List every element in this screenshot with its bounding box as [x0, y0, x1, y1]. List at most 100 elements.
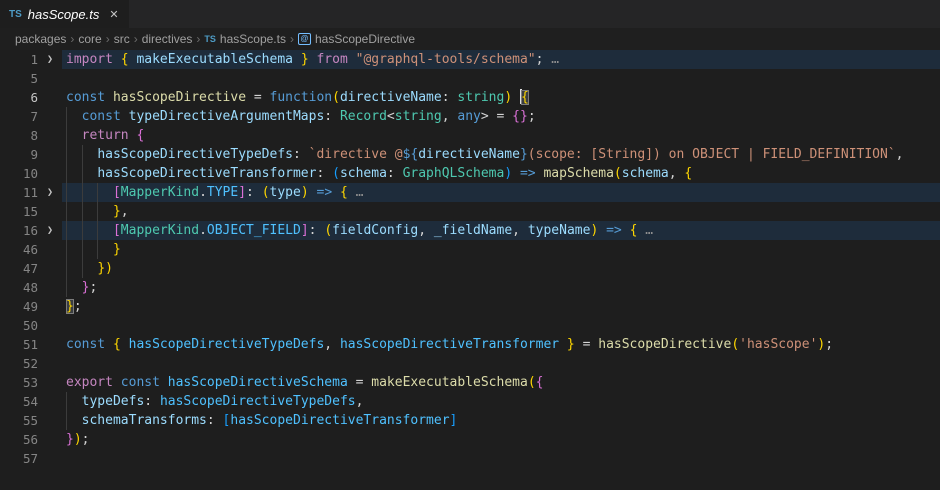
code-line[interactable]: 5❯	[0, 69, 940, 88]
code-token: …	[551, 52, 559, 67]
code-token: hasScopeDirectiveTransformer	[230, 413, 449, 428]
close-icon[interactable]: ✕	[109, 8, 118, 21]
fold-chevron-icon[interactable]: ❯	[38, 183, 62, 202]
line-number[interactable]: 48	[0, 278, 38, 297]
code-line[interactable]: 50❯	[0, 316, 940, 335]
line-number[interactable]: 49	[0, 297, 38, 316]
indent-guide	[82, 183, 83, 202]
code-line[interactable]: 56❯});	[0, 430, 940, 449]
indent-guide	[97, 221, 98, 240]
line-number[interactable]: 53	[0, 373, 38, 392]
code-line[interactable]: 54❯ typeDefs: hasScopeDirectiveTypeDefs,	[0, 392, 940, 411]
breadcrumb-item-directives[interactable]: directives	[142, 32, 193, 46]
code-line[interactable]: 15❯ },	[0, 202, 940, 221]
code-token	[66, 413, 82, 428]
breadcrumb-item-symbol[interactable]: @ hasScopeDirective	[298, 32, 415, 46]
line-number[interactable]: 1	[0, 50, 38, 69]
code-token: =	[575, 337, 598, 352]
chevron-right-icon: ›	[286, 32, 298, 46]
code-line[interactable]: 47❯ })	[0, 259, 940, 278]
chevron-right-icon: ›	[102, 32, 114, 46]
code-token: schema	[622, 166, 669, 181]
code-token: :	[144, 394, 160, 409]
code-line[interactable]: 10❯ hasScopeDirectiveTransformer: (schem…	[0, 164, 940, 183]
code-line[interactable]: 16❯ [MapperKind.OBJECT_FIELD]: (fieldCon…	[0, 221, 940, 240]
code-token: ${	[403, 147, 419, 162]
code-token: …	[645, 223, 653, 238]
gutter: 11❯	[0, 183, 62, 202]
breadcrumb-item-src[interactable]: src	[114, 32, 130, 46]
code-token: [	[113, 223, 121, 238]
line-number[interactable]: 56	[0, 430, 38, 449]
code-text: const hasScopeDirective = function(direc…	[62, 88, 940, 107]
code-line[interactable]: 55❯ schemaTransforms: [hasScopeDirective…	[0, 411, 940, 430]
code-token: ,	[324, 337, 340, 352]
line-number[interactable]: 46	[0, 240, 38, 259]
code-token: =>	[309, 185, 340, 200]
gutter: 54❯	[0, 392, 62, 411]
code-token: "@graphql-tools/schema"	[356, 52, 536, 67]
gutter: 47❯	[0, 259, 62, 278]
gutter: 46❯	[0, 240, 62, 259]
breadcrumb-item-file[interactable]: TS hasScope.ts	[204, 32, 286, 46]
code-token: ,	[356, 394, 364, 409]
code-line[interactable]: 46❯ }	[0, 240, 940, 259]
code-line[interactable]: 7❯ const typeDirectiveArgumentMaps: Reco…	[0, 107, 940, 126]
code-token: any	[457, 109, 480, 124]
code-line[interactable]: 1❯import { makeExecutableSchema } from "…	[0, 50, 940, 69]
tab-hasscope-ts[interactable]: TS hasScope.ts ✕	[0, 0, 129, 28]
code-token: (	[262, 185, 270, 200]
line-number[interactable]: 16	[0, 221, 38, 240]
gutter: 51❯	[0, 335, 62, 354]
indent-guide	[66, 107, 67, 126]
breadcrumb-item-core[interactable]: core	[78, 32, 101, 46]
line-number[interactable]: 5	[0, 69, 38, 88]
code-line[interactable]: 8❯ return {	[0, 126, 940, 145]
code-text: hasScopeDirectiveTypeDefs: `directive @$…	[62, 145, 940, 164]
code-text: hasScopeDirectiveTransformer: (schema: G…	[62, 164, 940, 183]
code-line[interactable]: 11❯ [MapperKind.TYPE]: (type) => { …	[0, 183, 940, 202]
line-number[interactable]: 9	[0, 145, 38, 164]
gutter: 53❯	[0, 373, 62, 392]
line-number[interactable]: 50	[0, 316, 38, 335]
code-token: string	[457, 90, 504, 105]
indent-guide	[82, 221, 83, 240]
line-number[interactable]: 8	[0, 126, 38, 145]
code-line[interactable]: 48❯ };	[0, 278, 940, 297]
code-token: :	[442, 90, 458, 105]
chevron-right-icon: ›	[66, 32, 78, 46]
gutter: 8❯	[0, 126, 62, 145]
line-number[interactable]: 54	[0, 392, 38, 411]
code-line[interactable]: 6❯const hasScopeDirective = function(dir…	[0, 88, 940, 107]
code-line[interactable]: 9❯ hasScopeDirectiveTypeDefs: `directive…	[0, 145, 940, 164]
code-token: .	[199, 185, 207, 200]
code-token: hasScopeDirective	[598, 337, 731, 352]
code-line[interactable]: 51❯const { hasScopeDirectiveTypeDefs, ha…	[0, 335, 940, 354]
code-line[interactable]: 53❯export const hasScopeDirectiveSchema …	[0, 373, 940, 392]
line-number[interactable]: 57	[0, 449, 38, 468]
code-token: :	[324, 109, 340, 124]
code-token: typeName	[528, 223, 591, 238]
code-line[interactable]: 49❯};	[0, 297, 940, 316]
line-number[interactable]: 15	[0, 202, 38, 221]
line-number[interactable]: 10	[0, 164, 38, 183]
line-number[interactable]: 6	[0, 88, 38, 107]
code-token: }	[293, 52, 316, 67]
code-token: const	[66, 337, 113, 352]
code-token	[512, 90, 520, 105]
breadcrumb-item-packages[interactable]: packages	[15, 32, 66, 46]
line-number[interactable]: 52	[0, 354, 38, 373]
fold-chevron-icon[interactable]: ❯	[38, 50, 62, 69]
code-editor[interactable]: 1❯import { makeExecutableSchema } from "…	[0, 50, 940, 490]
indent-guide	[97, 240, 98, 259]
line-number[interactable]: 47	[0, 259, 38, 278]
line-number[interactable]: 11	[0, 183, 38, 202]
fold-chevron-icon[interactable]: ❯	[38, 221, 62, 240]
code-token: export	[66, 375, 121, 390]
line-number[interactable]: 51	[0, 335, 38, 354]
line-number[interactable]: 7	[0, 107, 38, 126]
line-number[interactable]: 55	[0, 411, 38, 430]
code-line[interactable]: 52❯	[0, 354, 940, 373]
code-line[interactable]: 57❯	[0, 449, 940, 468]
code-token: …	[356, 185, 364, 200]
